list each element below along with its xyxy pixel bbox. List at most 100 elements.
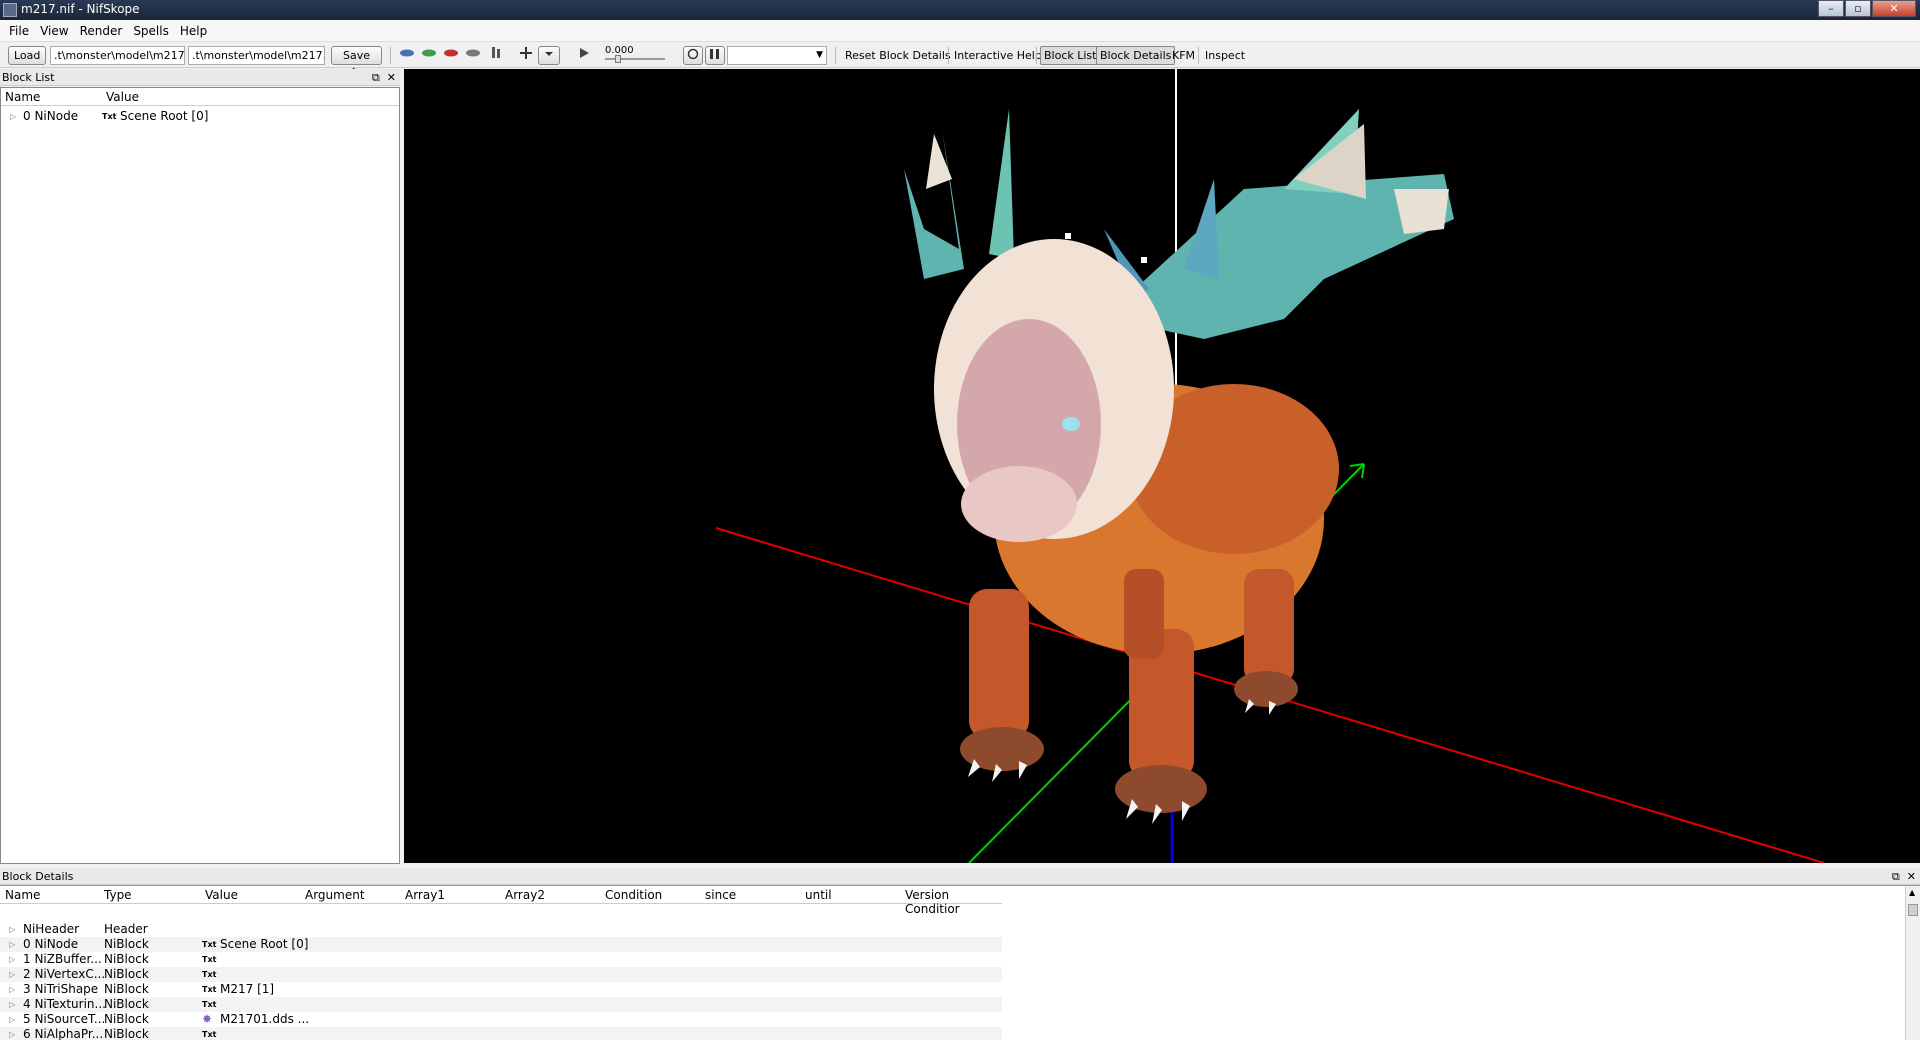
reset-block-details-button[interactable]: Reset Block Details [843,46,953,65]
row-type: Header [104,922,148,936]
column-array1[interactable]: Array1 [405,888,445,902]
play-icon[interactable] [574,46,594,65]
menu-render[interactable]: Render [77,24,131,38]
txt-icon: Txt [202,1000,217,1009]
table-row[interactable]: ▷ 4 NiTexturin... NiBlock Txt [0,997,1002,1012]
row-type: NiBlock [104,1012,149,1026]
block-details-toggle[interactable]: Block Details [1096,46,1176,65]
row-type: NiBlock [104,997,149,1011]
view-walk-icon[interactable] [397,46,417,65]
kfm-button[interactable]: KFM [1170,46,1197,65]
block-value: Scene Root [0] [120,109,209,123]
save-path-field[interactable]: .t\monster\model\m217.nif [188,46,325,65]
row-name: 3 NiTriShape [23,982,99,996]
load-button[interactable]: Load [8,46,46,65]
column-version-condition[interactable]: Version Conditior [905,888,1002,916]
block-list-columns: Name Value [1,88,399,106]
column-type[interactable]: Type [104,888,132,902]
row-type: NiBlock [104,982,149,996]
row-name: NiHeader [23,922,80,936]
txt-icon: Txt [202,985,217,994]
row-name: 1 NiZBuffer... [23,952,102,966]
column-value[interactable]: Value [106,90,139,104]
expand-arrow-icon[interactable]: ▷ [9,925,15,934]
time-slider-track [605,58,665,60]
scene-canvas [715,69,1825,863]
close-button[interactable]: ✕ [1872,0,1916,17]
table-row[interactable]: ▷ 3 NiTriShape NiBlock Txt M217 [1] [0,982,1002,997]
window-title: m217.nif - NifSkope [21,2,140,16]
float-icon[interactable]: ⧉ [1892,870,1900,883]
scroll-up-icon[interactable]: ▲ [1909,888,1915,897]
menu-view[interactable]: View [37,24,76,38]
expand-arrow-icon[interactable]: ▷ [9,940,15,949]
block-list-tree[interactable]: Name Value ▷ 0 NiNode Txt Scene Root [0] [0,87,400,864]
column-condition[interactable]: Condition [605,888,662,902]
expand-arrow-icon[interactable]: ▷ [9,1000,15,1009]
row-value: M21701.dds ... [220,1012,310,1026]
column-name[interactable]: Name [5,90,40,104]
dropdown-icon[interactable] [538,46,560,65]
menu-spells[interactable]: Spells [130,24,177,38]
float-icon[interactable]: ⧉ [372,71,380,84]
table-row[interactable]: ▷ 2 NiVertexC... NiBlock Txt [0,967,1002,982]
loop-icon[interactable] [683,46,703,65]
close-icon[interactable]: ✕ [387,71,396,84]
save-as-button[interactable]: Save As [331,46,382,79]
menu-help[interactable]: Help [177,24,215,38]
time-slider[interactable]: 0.000 [605,45,665,65]
menu-file[interactable]: File [6,24,37,38]
table-row[interactable]: ▷ 1 NiZBuffer... NiBlock Txt [0,952,1002,967]
row-type: NiBlock [104,952,149,966]
column-value[interactable]: Value [205,888,238,902]
animation-select[interactable]: ▼ [727,46,827,65]
block-details-table[interactable]: Name Type Value Argument Array1 Array2 C… [0,885,1920,1040]
txt-icon: Txt [202,955,217,964]
column-array2[interactable]: Array2 [505,888,545,902]
row-name: 4 NiTexturin... [23,997,106,1011]
table-row[interactable]: ▷ NiHeader Header [0,922,1002,937]
expand-arrow-icon[interactable]: ▷ [9,970,15,979]
column-since[interactable]: since [705,888,736,902]
time-slider-thumb[interactable] [615,55,621,63]
axes-icon[interactable] [516,46,536,65]
load-path-field[interactable]: .t\monster\model\m217.nif [50,46,185,65]
column-until[interactable]: until [805,888,832,902]
creature-model[interactable] [904,109,1454,824]
expand-arrow-icon[interactable]: ▷ [10,112,16,121]
maximize-button[interactable]: ▫ [1845,0,1871,17]
table-row[interactable]: ▷ 0 NiNode NiBlock Txt Scene Root [0] [0,937,1002,952]
column-name[interactable]: Name [5,888,40,902]
interactive-help-button[interactable]: Interactive Help [952,46,1044,65]
expand-arrow-icon[interactable]: ▷ [9,955,15,964]
expand-arrow-icon[interactable]: ▷ [9,1030,15,1039]
block-list-toggle[interactable]: Block List [1040,46,1101,65]
column-argument[interactable]: Argument [305,888,365,902]
view-side-icon[interactable] [463,46,483,65]
block-details-header: Block Details ⧉ ✕ [0,868,1920,885]
chevron-down-icon: ▼ [816,50,823,60]
tree-row[interactable]: ▷ 0 NiNode Txt Scene Root [0] [1,109,399,124]
table-row[interactable]: ▷ 6 NiAlphaPr... NiBlock Txt [0,1027,1002,1040]
block-list-title: Block List [2,71,55,84]
details-scrollbar[interactable]: ▲ [1905,886,1920,1040]
minimize-button[interactable]: – [1818,0,1844,17]
main-toolbar: Load .t\monster\model\m217.nif .t\monste… [0,43,1920,79]
view-fly-icon[interactable] [419,46,439,65]
table-row[interactable]: ▷ 5 NiSourceT... NiBlock ✸ M21701.dds ..… [0,1012,1002,1027]
close-icon[interactable]: ✕ [1907,870,1916,883]
switch-icon[interactable] [705,46,725,65]
txt-icon: Txt [202,970,217,979]
expand-arrow-icon[interactable]: ▷ [9,985,15,994]
toolbar-separator [1036,47,1037,64]
render-viewport[interactable] [404,69,1920,863]
row-value: Scene Root [0] [220,937,309,951]
expand-arrow-icon[interactable]: ▷ [9,1015,15,1024]
inspect-button[interactable]: Inspect [1203,46,1247,65]
txt-icon: Txt [102,112,117,121]
view-top-icon[interactable] [441,46,461,65]
light-icon[interactable] [486,46,506,65]
row-name: 5 NiSourceT... [23,1012,106,1026]
scrollbar-thumb[interactable] [1908,904,1918,916]
window-controls: – ▫ ✕ [1817,0,1916,18]
